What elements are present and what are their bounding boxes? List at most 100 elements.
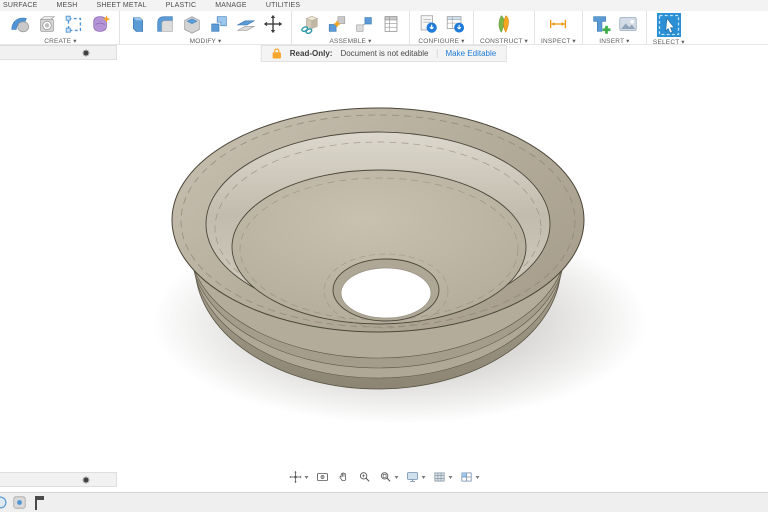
ribbon-tab-bar: SURFACE MESH SHEET METAL PLASTIC MANAGE … xyxy=(0,0,768,11)
viewports-dropdown-caret[interactable] xyxy=(475,475,480,479)
orbit-button[interactable] xyxy=(289,470,309,484)
tab-sheet-metal[interactable]: SHEET METAL xyxy=(97,2,147,9)
configuration-table-button[interactable] xyxy=(443,12,467,36)
toolbar-group-inspect: INSPECT ▾ xyxy=(533,11,582,45)
bom-table-button[interactable] xyxy=(379,12,403,36)
create-sketch-button[interactable] xyxy=(62,12,86,36)
inspect-dropdown[interactable]: INSPECT ▾ xyxy=(541,37,576,45)
gear-icon xyxy=(82,476,90,483)
shell-button[interactable] xyxy=(180,12,204,36)
gear-icon xyxy=(82,49,90,56)
viewports-button[interactable] xyxy=(460,470,480,484)
toolbar-group-assemble: ASSEMBLE ▾ xyxy=(291,11,409,45)
insert-image-button[interactable] xyxy=(616,12,640,36)
configuration-button[interactable] xyxy=(416,12,440,36)
as-built-joint-icon xyxy=(356,17,372,32)
tab-manage[interactable]: MANAGE xyxy=(215,2,247,9)
offset-face-button[interactable] xyxy=(234,12,258,36)
construction-plane-icon xyxy=(498,15,509,33)
insert-derive-icon xyxy=(593,16,611,34)
browser-collapsed-bar[interactable] xyxy=(0,45,117,60)
press-pull-button[interactable] xyxy=(126,12,150,36)
insert-image-icon xyxy=(619,17,637,31)
new-component-icon xyxy=(301,15,319,35)
timeline-options-icon[interactable] xyxy=(0,496,7,509)
fit-icon xyxy=(380,472,391,482)
display-settings-icon xyxy=(407,472,418,482)
combine-icon xyxy=(211,16,227,32)
zoom-button[interactable] xyxy=(358,470,372,484)
grid-settings-button[interactable] xyxy=(433,470,453,484)
configuration-icon xyxy=(420,15,437,33)
pan-icon xyxy=(339,472,347,482)
timeline-bar xyxy=(0,492,768,512)
fillet-button[interactable] xyxy=(153,12,177,36)
sweep-button[interactable] xyxy=(8,12,32,36)
look-at-icon xyxy=(317,473,328,481)
move-icon xyxy=(263,14,283,34)
orbit-icon xyxy=(289,470,302,484)
create-dropdown[interactable]: CREATE ▾ xyxy=(44,37,77,45)
display-settings-button[interactable] xyxy=(406,470,426,484)
sketch-icon xyxy=(65,15,82,33)
measure-button[interactable] xyxy=(546,12,570,36)
display-dropdown-caret[interactable] xyxy=(421,475,426,479)
construction-plane-button[interactable] xyxy=(492,12,516,36)
toolbar-group-select: SELECT ▾ xyxy=(645,11,691,46)
select-button[interactable] xyxy=(656,12,682,38)
tab-utilities[interactable]: UTILITIES xyxy=(266,2,300,9)
move-button[interactable] xyxy=(261,12,285,36)
bom-table-icon xyxy=(384,16,398,32)
toolbar-group-construct: CONSTRUCT ▾ xyxy=(473,11,534,45)
measure-icon xyxy=(550,19,567,29)
read-only-banner: Read-Only: Document is not editable Make… xyxy=(260,45,508,62)
insert-derive-button[interactable] xyxy=(589,12,613,36)
timeline-capture-icon[interactable] xyxy=(13,496,26,509)
select-dropdown[interactable]: SELECT ▾ xyxy=(653,38,685,46)
form-icon xyxy=(93,15,111,32)
center-hole xyxy=(340,267,432,319)
viewport-canvas[interactable] xyxy=(0,0,768,512)
viewports-icon xyxy=(461,472,472,482)
grid-dropdown-caret[interactable] xyxy=(448,475,453,479)
assemble-dropdown[interactable]: ASSEMBLE ▾ xyxy=(329,37,371,45)
sweep-icon xyxy=(11,17,30,33)
construct-dropdown[interactable]: CONSTRUCT ▾ xyxy=(480,37,528,45)
zoom-icon xyxy=(359,472,370,482)
fit-button[interactable] xyxy=(379,470,399,484)
create-form-button[interactable] xyxy=(89,12,113,36)
offset-face-icon xyxy=(236,20,256,31)
configuration-table-icon xyxy=(446,16,465,33)
timeline-playhead[interactable] xyxy=(33,496,45,510)
fusion-window: { "ribbon": { "tabs": ["SURFACE", "MESH"… xyxy=(0,0,768,512)
fillet-icon xyxy=(157,16,173,32)
tab-surface[interactable]: SURFACE xyxy=(3,2,37,9)
main-toolbar: CREATE ▾ MODIFY ▾ ASSEMBLE ▾ CONFIGURE ▾… xyxy=(0,11,768,46)
comments-collapsed-bar[interactable] xyxy=(0,472,117,487)
configure-dropdown[interactable]: CONFIGURE ▾ xyxy=(418,37,464,45)
orbit-dropdown-caret[interactable] xyxy=(304,475,309,479)
combine-button[interactable] xyxy=(207,12,231,36)
toolbar-group-create: CREATE ▾ xyxy=(2,11,119,45)
new-component-button[interactable] xyxy=(298,12,322,36)
shell-icon xyxy=(184,16,200,34)
joint-button[interactable] xyxy=(325,12,349,36)
tab-plastic[interactable]: PLASTIC xyxy=(166,2,197,9)
look-at-button[interactable] xyxy=(316,470,330,484)
pan-button[interactable] xyxy=(337,470,351,484)
lock-icon xyxy=(272,48,281,59)
tab-mesh[interactable]: MESH xyxy=(56,2,77,9)
grid-settings-icon xyxy=(434,472,445,482)
read-only-label: Read-Only: xyxy=(289,49,333,58)
joint-icon xyxy=(328,16,346,32)
read-only-message: Document is not editable xyxy=(340,49,429,58)
view-navigation-bar xyxy=(289,469,480,485)
make-editable-link[interactable]: Make Editable xyxy=(436,49,496,58)
insert-dropdown[interactable]: INSERT ▾ xyxy=(599,37,629,45)
fit-dropdown-caret[interactable] xyxy=(394,475,399,479)
model-flanged-disc[interactable] xyxy=(152,107,648,424)
hole-button[interactable] xyxy=(35,12,59,36)
modify-dropdown[interactable]: MODIFY ▾ xyxy=(190,37,222,45)
as-built-joint-button[interactable] xyxy=(352,12,376,36)
select-cursor-icon xyxy=(656,12,681,37)
